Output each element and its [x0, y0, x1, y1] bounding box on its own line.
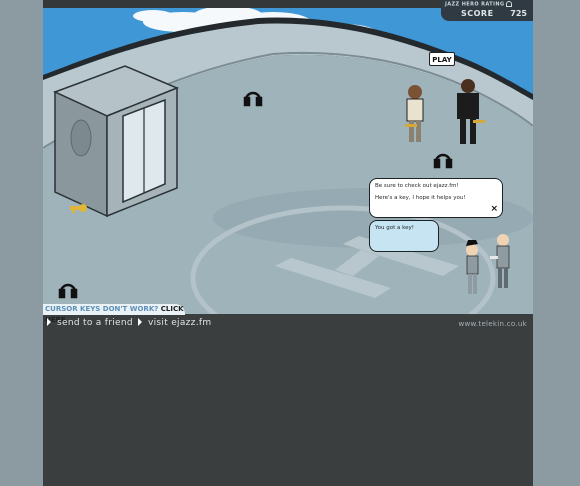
- game-stage: PLAY Be sure to check out ejazz.fm! Here…: [43, 0, 533, 486]
- score-value: 725: [510, 9, 527, 18]
- credit-link[interactable]: www.telekin.co.uk: [458, 320, 527, 328]
- cursor-keys-banner[interactable]: CURSOR KEYS DON'T WORK? CLICK HERE: [43, 304, 185, 324]
- cursor-keys-question: CURSOR KEYS DON'T WORK?: [45, 305, 159, 313]
- score-panel-title: JAZZ HERO RATING: [445, 1, 513, 8]
- game-scene[interactable]: PLAY Be sure to check out ejazz.fm! Here…: [43, 8, 533, 314]
- visit-ejazz-link[interactable]: visit ejazz.fm: [138, 317, 212, 328]
- send-to-friend-label: send to a friend: [57, 318, 133, 328]
- play-button[interactable]: PLAY: [429, 52, 455, 66]
- send-to-friend-link[interactable]: send to a friend: [47, 317, 133, 328]
- headphones-icon: [506, 1, 513, 7]
- speech-line: Be sure to check out ejazz.fm!: [375, 183, 459, 189]
- speech-line: Here's a key, I hope it helps you!: [375, 194, 466, 201]
- visit-ejazz-label: visit ejazz.fm: [148, 318, 212, 328]
- elevator: [53, 65, 179, 218]
- score-panel: JAZZ HERO RATING SCORE 725: [441, 0, 533, 21]
- score-label: SCORE: [461, 9, 494, 18]
- footer-bar: send to a friend visit ejazz.fm www.tele…: [43, 316, 533, 334]
- close-icon[interactable]: ×: [490, 205, 498, 214]
- player-speech-bubble: You got a key!: [369, 220, 439, 252]
- speech-line: You got a key!: [375, 225, 414, 231]
- arrow-right-icon: [138, 317, 142, 326]
- arrow-right-icon: [47, 317, 51, 326]
- npc-speech-bubble: Be sure to check out ejazz.fm! Here's a …: [369, 178, 503, 218]
